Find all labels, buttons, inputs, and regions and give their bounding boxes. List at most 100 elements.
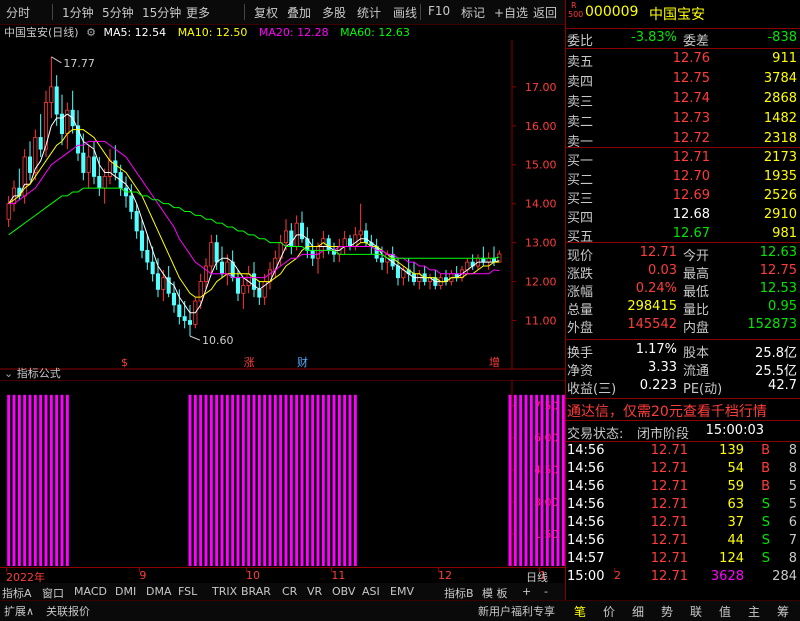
- bid-row-0: 买一 12.71 2173: [565, 149, 800, 169]
- indicator-tab-12[interactable]: EMV: [390, 585, 414, 598]
- candle-body-28: [155, 273, 161, 290]
- bid-row-4: 买五 12.67 981: [565, 225, 800, 245]
- tick-price-3: 12.71: [650, 497, 688, 512]
- tick-vol-2: 59: [727, 479, 744, 494]
- candle-body-27: [150, 261, 155, 275]
- toolbar-item-7[interactable]: 多股: [322, 4, 346, 21]
- candle-63: [342, 230, 347, 255]
- divider-asks: [565, 48, 800, 49]
- bid-price-3: 12.68: [672, 207, 710, 222]
- candle-body-34: [187, 320, 193, 325]
- toolbar-item-12[interactable]: +自选: [494, 4, 528, 21]
- candle-87: [470, 254, 475, 270]
- indicator-tab-14[interactable]: 模 板: [482, 585, 508, 601]
- toolbar-separator-1: [244, 4, 245, 20]
- candle-body-25: [139, 230, 145, 251]
- chart-header: 中国宝安(日线) ⚙ MA5: 12.54 MA10: 12.50 MA20: …: [4, 24, 410, 40]
- indicator-tab-8[interactable]: CR: [282, 585, 297, 598]
- toolbar-item-1[interactable]: 1分钟: [62, 4, 94, 21]
- indicator-tab-13[interactable]: 指标B: [444, 585, 474, 601]
- stock-name: 中国宝安: [649, 7, 705, 23]
- tick-count-0: 8: [788, 443, 797, 458]
- bid-vol-0: 2173: [763, 150, 797, 165]
- stat-row-4: 外盘 145542 内盘 152873: [565, 316, 800, 336]
- status-linked-quote[interactable]: 关联报价: [46, 603, 90, 619]
- indicator-tab-15[interactable]: +: [522, 585, 531, 598]
- toolbar-item-6[interactable]: 叠加: [287, 4, 311, 21]
- indicator-tab-5[interactable]: FSL: [178, 585, 197, 598]
- indicator-tab-4[interactable]: DMA: [146, 585, 172, 598]
- fund-value-b-2: 42.7: [768, 378, 797, 393]
- fund-value-a-0: 1.17%: [635, 342, 677, 357]
- candle-82: [443, 269, 449, 286]
- candle-53: [289, 223, 294, 255]
- y-tick-label-1: 12.00: [525, 276, 557, 289]
- settings-icon[interactable]: ⚙: [86, 26, 96, 39]
- indicator-tab-6[interactable]: TRIX: [212, 585, 237, 598]
- kline-chart[interactable]: 11.00 12.00 13.00 14.00 15.00 16.00 17.00 17.77…: [0, 40, 565, 370]
- toolbar-item-4[interactable]: 更多: [186, 4, 210, 21]
- candle-90: [486, 252, 491, 270]
- toolbar-item-2[interactable]: 5分钟: [102, 4, 134, 21]
- tick-count-1: 8: [788, 461, 797, 476]
- indicator-bar-95: [513, 394, 517, 566]
- tick-side-0: B: [761, 443, 770, 458]
- indicator-tab-9[interactable]: VR: [307, 585, 322, 598]
- indicator-bar-37: [204, 394, 208, 566]
- candle-15: [86, 145, 91, 189]
- candle-body-47: [257, 288, 262, 298]
- indicator-bar-99: [535, 394, 539, 566]
- candle-79: [427, 273, 433, 290]
- indicator-tab-10[interactable]: OBV: [332, 585, 355, 598]
- toolbar-item-3[interactable]: 15分钟: [142, 4, 181, 21]
- indicator-bar-60: [327, 394, 331, 566]
- toolbar-item-5[interactable]: 复权: [254, 4, 278, 21]
- ask-row-3: 卖二 12.73 1482: [565, 110, 800, 130]
- toolbar-separator-0: [52, 4, 53, 20]
- candle-body-37: [203, 265, 209, 282]
- fund-value-a-1: 3.33: [648, 360, 677, 375]
- toolbar-item-0[interactable]: 分时: [6, 4, 30, 21]
- candle-body-45: [246, 273, 251, 286]
- indicator-tab-7[interactable]: BRAR: [241, 585, 271, 598]
- status-promo[interactable]: 新用户福利专享: [478, 603, 555, 619]
- candle-43: [235, 269, 241, 302]
- candle-body-4: [27, 156, 33, 173]
- toolbar-item-11[interactable]: 标记: [461, 4, 485, 21]
- x-axis: 2022年 9 10 11 12 1 2 日线: [0, 567, 621, 584]
- indicator-tab-1[interactable]: 窗口: [42, 585, 64, 601]
- indicator-bar-61: [332, 394, 336, 566]
- candle-body-65: [353, 234, 358, 247]
- promo-link[interactable]: 通达信，仅需20元查看千档行情: [567, 401, 767, 421]
- rank-badge-bottom: 500: [568, 10, 584, 19]
- candle-body-26: [145, 250, 150, 263]
- indicator-bar-46: [252, 394, 256, 566]
- candle-body-48: [262, 281, 267, 298]
- fund-label-a-2: 收益(三): [567, 382, 617, 397]
- indicator-chart[interactable]: 1.503.004.506.007.50: [0, 380, 565, 568]
- toolbar-item-8[interactable]: 统计: [357, 4, 381, 21]
- indicator-tab-2[interactable]: MACD: [74, 585, 107, 598]
- indicator-bar-35: [193, 394, 197, 566]
- indicator-bar-44: [241, 394, 245, 566]
- collapse-icon[interactable]: ⌄: [4, 367, 13, 380]
- indicator-bar-96: [519, 394, 523, 566]
- tick-count-6: 8: [788, 551, 797, 566]
- candle-80: [433, 269, 438, 290]
- indicator-bar-54: [295, 394, 299, 566]
- indicator-tab-16[interactable]: -: [544, 585, 548, 598]
- candle-body-15: [86, 156, 91, 173]
- indicator-tab-11[interactable]: ASI: [362, 585, 380, 598]
- ask-price-0: 12.76: [672, 51, 710, 66]
- event-marker-3: 增: [489, 355, 500, 369]
- toolbar-item-13[interactable]: 返回: [533, 4, 557, 21]
- toolbar-item-10[interactable]: F10: [428, 4, 450, 18]
- candle-body-23: [129, 195, 134, 212]
- indicator-bar-48: [263, 394, 267, 566]
- divider-promo: [565, 398, 800, 399]
- indicator-tab-3[interactable]: DMI: [115, 585, 136, 598]
- indicator-tab-0[interactable]: 指标A: [2, 585, 32, 601]
- toolbar-item-9[interactable]: 画线: [393, 4, 417, 21]
- status-expand[interactable]: 扩展∧: [4, 603, 34, 619]
- ask-price-3: 12.73: [672, 111, 710, 126]
